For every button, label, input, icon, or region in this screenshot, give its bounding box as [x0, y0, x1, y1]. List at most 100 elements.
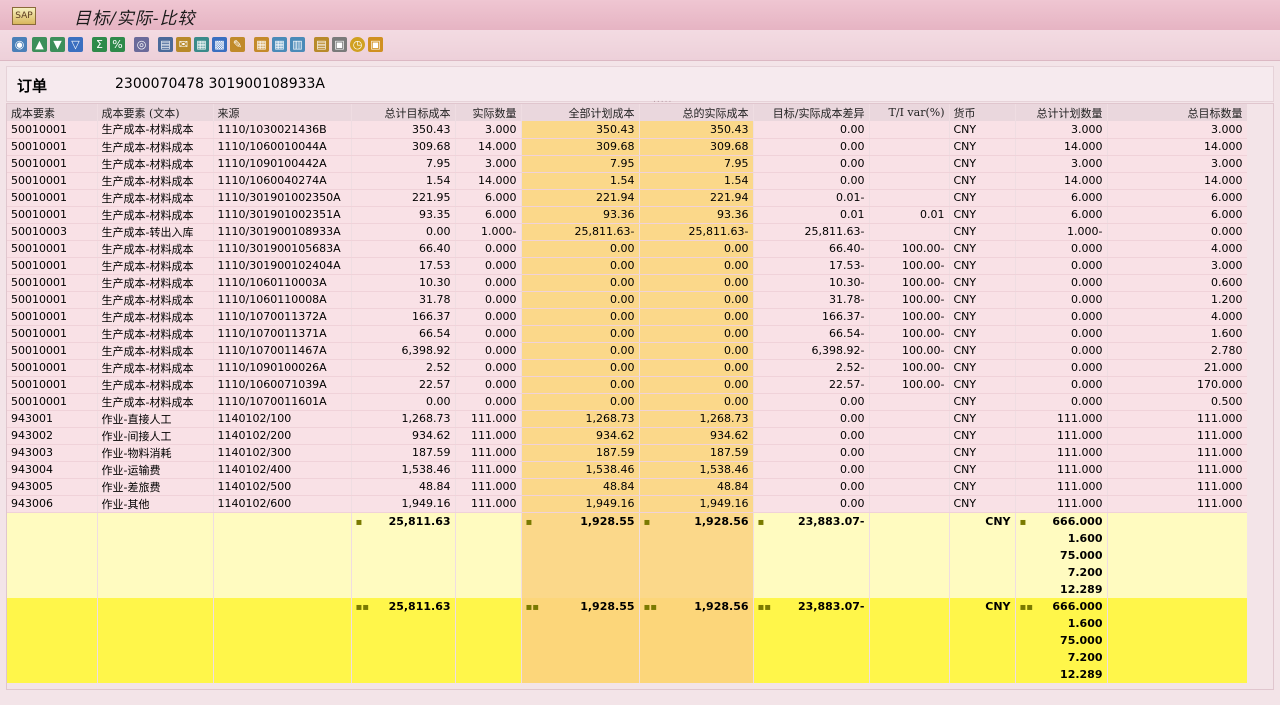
table-cell[interactable]: 作业-运输费	[97, 461, 214, 479]
table-cell[interactable]: 93.35	[351, 206, 456, 224]
table-cell[interactable]: 4.000	[1107, 308, 1248, 326]
table-cell[interactable]: 0.000	[1015, 308, 1108, 326]
table-cell[interactable]: 生产成本-材料成本	[97, 138, 214, 156]
table-cell[interactable]: 0.00	[639, 240, 754, 258]
table-cell[interactable]: 1110/1070011371A	[213, 325, 352, 343]
table-cell[interactable]: 1.54	[351, 172, 456, 190]
mail-icon[interactable]: ✉	[176, 37, 191, 52]
table-cell[interactable]: 4.000	[1107, 240, 1248, 258]
table-cell[interactable]: 166.37	[351, 308, 456, 326]
table-cell[interactable]: 50010001	[7, 393, 98, 411]
table-cell[interactable]: 生产成本-材料成本	[97, 206, 214, 224]
table-cell[interactable]: 0.000	[1107, 223, 1248, 241]
table-cell[interactable]: 0.01	[869, 206, 950, 224]
table-cell[interactable]: CNY	[949, 223, 1016, 241]
table-cell[interactable]: 作业-差旅费	[97, 478, 214, 496]
table-cell[interactable]: 1,268.73	[521, 410, 640, 428]
table-cell[interactable]: 50010001	[7, 325, 98, 343]
table-cell[interactable]: 48.84	[351, 478, 456, 496]
sort-ascending-icon[interactable]: ▲	[32, 37, 47, 52]
table-cell[interactable]: 66.54	[351, 325, 456, 343]
column-header[interactable]: 成本要素 (文本)	[97, 104, 214, 121]
table-cell[interactable]: 111.000	[1015, 461, 1108, 479]
table-cell[interactable]: 0.000	[1015, 376, 1108, 394]
table-cell[interactable]: 1110/1060010044A	[213, 138, 352, 156]
table-cell[interactable]: 350.43	[351, 121, 456, 139]
table-cell[interactable]: 生产成本-材料成本	[97, 291, 214, 309]
table-cell[interactable]	[869, 121, 950, 139]
table-cell[interactable]: 48.84	[521, 478, 640, 496]
table-cell[interactable]: 2.52-	[753, 359, 870, 377]
total-row[interactable]: ▪▪ 25,811.63 ▪▪ 1,928.55 ▪▪ 1,928.56 ▪▪ 23,883.…	[7, 597, 1248, 683]
table-cell[interactable]: 93.36	[521, 206, 640, 224]
table-row[interactable]: 50010001 生产成本-材料成本 1110/1070011372A 166.37 0…	[7, 308, 1248, 326]
table-cell[interactable]: CNY	[949, 461, 1016, 479]
table-cell[interactable]: 1110/301901002350A	[213, 189, 352, 207]
table-cell[interactable]: 作业-直接人工	[97, 410, 214, 428]
table-cell[interactable]: 6.000	[1107, 206, 1248, 224]
table-cell[interactable]: 66.54-	[753, 325, 870, 343]
table-cell[interactable]: 0.00	[639, 359, 754, 377]
table-cell[interactable]: 0.00	[521, 359, 640, 377]
table-cell[interactable]: 0.000	[455, 274, 522, 292]
table-cell[interactable]: 1140102/200	[213, 427, 352, 445]
change-layout-icon[interactable]: ▦	[272, 37, 287, 52]
sum-icon[interactable]: Σ	[92, 37, 107, 52]
table-cell[interactable]: CNY	[949, 495, 1016, 513]
table-cell[interactable]: 3.000	[1015, 155, 1108, 173]
table-cell[interactable]: CNY	[949, 257, 1016, 275]
table-cell[interactable]: 25,811.63-	[753, 223, 870, 241]
table-cell[interactable]: 1,538.46	[351, 461, 456, 479]
table-cell[interactable]: 50010001	[7, 274, 98, 292]
table-cell[interactable]: 0.00	[639, 325, 754, 343]
table-row[interactable]: 50010001 生产成本-材料成本 1110/1060110008A 31.78 0.…	[7, 291, 1248, 309]
table-cell[interactable]: 100.00-	[869, 240, 950, 258]
table-cell[interactable]: 0.00	[639, 257, 754, 275]
table-cell[interactable]: 111.000	[1107, 410, 1248, 428]
table-cell[interactable]: 111.000	[1107, 495, 1248, 513]
table-cell[interactable]: 170.000	[1107, 376, 1248, 394]
table-cell[interactable]: 0.00	[753, 172, 870, 190]
table-cell[interactable]: 1110/1060110003A	[213, 274, 352, 292]
table-cell[interactable]: 1110/1090100442A	[213, 155, 352, 173]
table-cell[interactable]: CNY	[949, 206, 1016, 224]
table-cell[interactable]: 0.000	[1015, 342, 1108, 360]
table-cell[interactable]: CNY	[949, 444, 1016, 462]
table-cell[interactable]: 93.36	[639, 206, 754, 224]
table-cell[interactable]: 0.00	[639, 376, 754, 394]
table-cell[interactable]: 3.000	[1107, 257, 1248, 275]
table-cell[interactable]: 2.52	[351, 359, 456, 377]
column-header[interactable]: 来源	[213, 104, 352, 121]
column-header[interactable]: T/I var(%)	[869, 104, 950, 121]
table-cell[interactable]: 1,538.46	[521, 461, 640, 479]
table-cell[interactable]: CNY	[949, 342, 1016, 360]
table-cell[interactable]: 943003	[7, 444, 98, 462]
table-cell[interactable]: CNY	[949, 172, 1016, 190]
table-cell[interactable]: 1110/1090100026A	[213, 359, 352, 377]
table-cell[interactable]: 0.00	[521, 376, 640, 394]
table-cell[interactable]: 111.000	[455, 478, 522, 496]
table-cell[interactable]: 1,268.73	[639, 410, 754, 428]
layout-icon[interactable]: ▦	[254, 37, 269, 52]
table-cell[interactable]: 0.00	[639, 291, 754, 309]
table-cell[interactable]: 31.78-	[753, 291, 870, 309]
table-cell[interactable]: 生产成本-材料成本	[97, 308, 214, 326]
table-cell[interactable]	[869, 155, 950, 173]
table-cell[interactable]: 1110/301900105683A	[213, 240, 352, 258]
table-cell[interactable]: 生产成本-转出入库	[97, 223, 214, 241]
table-cell[interactable]: 生产成本-材料成本	[97, 274, 214, 292]
table-cell[interactable]	[869, 461, 950, 479]
table-cell[interactable]: 0.00	[753, 461, 870, 479]
table-cell[interactable]: 111.000	[455, 444, 522, 462]
table-cell[interactable]: CNY	[949, 189, 1016, 207]
table-row[interactable]: 50010001 生产成本-材料成本 1110/301901002350A 221.9…	[7, 189, 1248, 207]
table-cell[interactable]: 作业-间接人工	[97, 427, 214, 445]
table-cell[interactable]: 0.00	[639, 308, 754, 326]
table-cell[interactable]	[869, 172, 950, 190]
table-cell[interactable]: 0.000	[455, 257, 522, 275]
table-cell[interactable]: 0.00	[753, 138, 870, 156]
table-cell[interactable]: 生产成本-材料成本	[97, 393, 214, 411]
table-cell[interactable]: 0.00	[639, 393, 754, 411]
table-cell[interactable]: 1110/1070011372A	[213, 308, 352, 326]
table-cell[interactable]: 1,949.16	[521, 495, 640, 513]
